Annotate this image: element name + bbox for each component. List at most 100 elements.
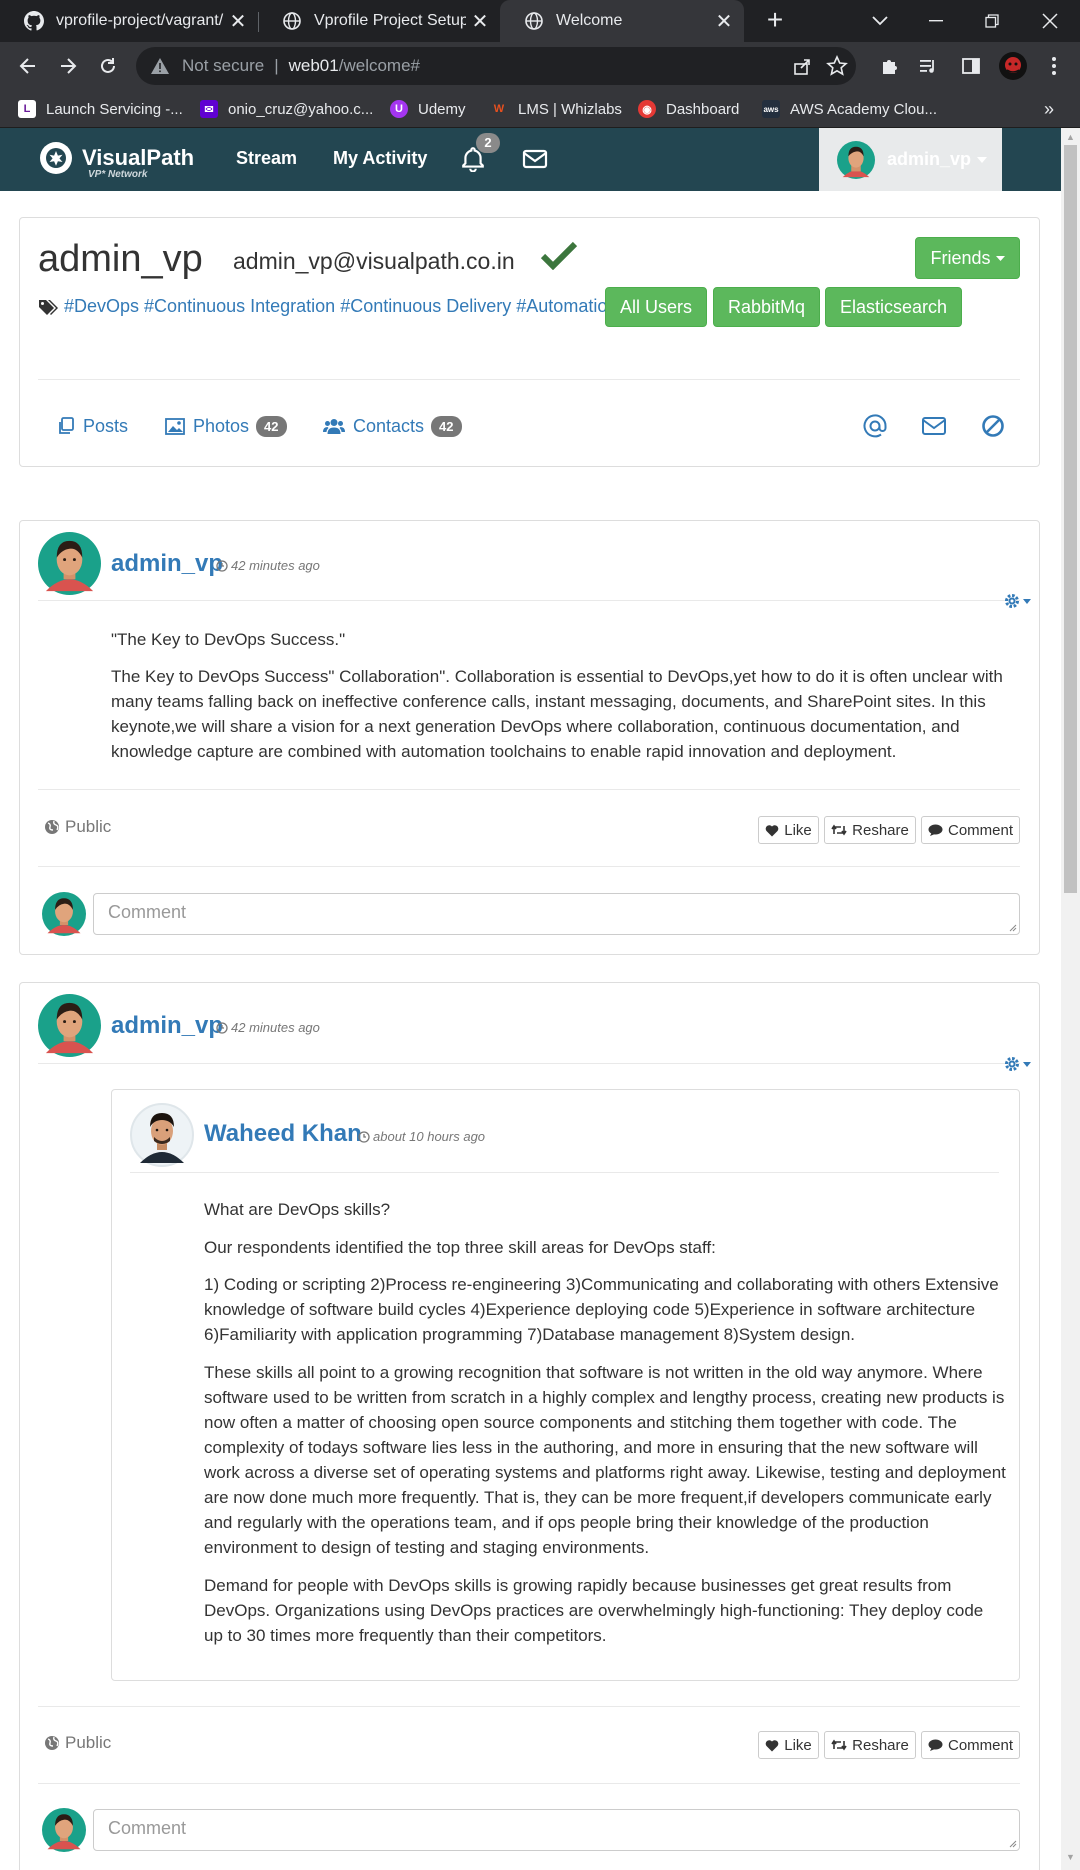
scrollbar-thumb[interactable] (1064, 145, 1077, 893)
nav-stream-link[interactable]: Stream (236, 148, 297, 169)
close-window-button[interactable] (1024, 0, 1076, 42)
shared-timestamp[interactable]: about 10 hours ago (358, 1129, 485, 1144)
group-all-users-button[interactable]: All Users (605, 287, 707, 327)
tab-photos[interactable]: Photos 42 (165, 414, 287, 438)
post-options-menu[interactable] (1004, 1056, 1034, 1072)
scroll-up-arrow-icon[interactable]: ▲ (1064, 132, 1077, 144)
retweet-icon (831, 824, 847, 836)
contacts-count-badge: 42 (431, 415, 462, 437)
shared-author-link[interactable]: Waheed Khan (204, 1120, 362, 1148)
bookmark-dashboard[interactable]: ◉ Dashboard (638, 90, 739, 128)
warning-icon (151, 58, 169, 74)
envelope-icon[interactable] (921, 413, 947, 439)
bookmark-yahoo-mail[interactable]: ✉ onio_cruz@yahoo.c... (200, 90, 373, 128)
puzzle-icon (883, 60, 897, 74)
bookmark-launch-servicing[interactable]: L Launch Servicing -... (18, 90, 183, 128)
shared-author-avatar[interactable] (130, 1103, 194, 1167)
post-options-menu[interactable] (1004, 593, 1034, 609)
reshare-button[interactable]: Reshare (824, 816, 916, 844)
post-author-link[interactable]: admin_vp (111, 1012, 223, 1040)
comment-button[interactable]: Comment (921, 816, 1020, 844)
brand-link[interactable]: VisualPath VP* Network (40, 142, 194, 180)
comment-input[interactable]: Comment (93, 893, 1020, 935)
close-icon[interactable]: ✕ (710, 9, 738, 34)
tag-link[interactable]: #DevOps (64, 296, 139, 317)
restore-button[interactable] (966, 0, 1018, 42)
resize-grip-icon[interactable] (1007, 922, 1017, 932)
reshare-button[interactable]: Reshare (824, 1731, 916, 1759)
resize-grip-icon[interactable] (1007, 1838, 1017, 1848)
envelope-icon[interactable] (522, 146, 548, 172)
post-time-text: 42 minutes ago (231, 1020, 320, 1035)
tag-link[interactable]: #Automation (516, 296, 617, 317)
bookmark-udemy[interactable]: U Udemy (390, 90, 466, 128)
block-icon[interactable] (980, 413, 1006, 439)
like-button[interactable]: Like (758, 816, 819, 844)
bookmark-whizlabs[interactable]: W LMS | Whizlabs (490, 90, 622, 128)
close-icon[interactable]: ✕ (224, 9, 252, 34)
visibility-label: Public (65, 817, 112, 836)
profile-email: admin_vp@visualpath.co.in (233, 248, 515, 274)
like-button[interactable]: Like (758, 1731, 819, 1759)
bookmark-aws-academy[interactable]: aws AWS Academy Clou... (762, 90, 937, 128)
minimize-button[interactable] (910, 0, 962, 42)
nav-my-activity-link[interactable]: My Activity (333, 148, 427, 169)
media-control-button[interactable] (914, 52, 942, 80)
address-bar[interactable]: Not secure | web01 /welcome# (136, 47, 856, 85)
tab-search-button[interactable] (854, 0, 906, 42)
side-panel-icon (962, 58, 980, 74)
profile-button[interactable] (997, 50, 1029, 82)
tab-label: Photos (193, 415, 250, 436)
forward-button[interactable] (54, 52, 82, 80)
author-avatar[interactable] (38, 532, 101, 595)
new-tab-button[interactable]: + (760, 6, 790, 36)
mention-icon[interactable] (862, 413, 888, 439)
username-label: admin_vp (887, 149, 972, 169)
bookmark-label: Udemy (418, 100, 466, 118)
back-button[interactable] (14, 52, 42, 80)
clock-icon (216, 559, 228, 572)
tab-contacts[interactable]: Contacts 42 (323, 414, 462, 438)
bookmark-star-icon[interactable] (826, 55, 848, 77)
reload-button[interactable] (94, 52, 122, 80)
tags-icon (39, 299, 58, 315)
bookmarks-overflow-button[interactable]: » (1044, 90, 1054, 128)
side-panel-button[interactable] (957, 52, 985, 80)
security-label: Not secure (182, 56, 265, 75)
heart-icon (765, 1739, 779, 1751)
tag-link[interactable]: #Continuous Integration (144, 296, 335, 317)
browser-tab-welcome[interactable]: Welcome ✕ (500, 0, 744, 42)
user-menu-dropdown[interactable]: admin_vp (819, 128, 1002, 191)
comment-button[interactable]: Comment (921, 1731, 1020, 1759)
group-rabbitmq-button[interactable]: RabbitMq (713, 287, 820, 327)
comment-input[interactable]: Comment (93, 1809, 1020, 1851)
browser-tab-github[interactable]: vprofile-project/vagrant/ ✕ (0, 0, 258, 42)
post-paragraph: "The Key to DevOps Success." (111, 630, 346, 649)
back-arrow-icon (19, 58, 35, 74)
browser-tab-vprofile-setup[interactable]: Vprofile Project Setup V5 ✕ (258, 0, 500, 42)
post-timestamp[interactable]: 42 minutes ago (216, 558, 320, 573)
extensions-button[interactable] (876, 52, 904, 80)
more-vert-icon (1052, 57, 1056, 75)
heart-icon (765, 824, 779, 836)
like-label: Like (784, 821, 812, 839)
post-timestamp[interactable]: 42 minutes ago (216, 1020, 320, 1035)
post-author-link[interactable]: admin_vp (111, 550, 223, 578)
friends-button-label: Friends (930, 247, 991, 268)
whizlabs-icon: W (493, 103, 505, 115)
browser-menu-button[interactable] (1040, 52, 1068, 80)
divider (38, 379, 1020, 380)
close-icon[interactable]: ✕ (466, 9, 494, 34)
tab-posts[interactable]: Posts (57, 414, 128, 438)
author-avatar[interactable] (38, 994, 101, 1057)
share-icon[interactable] (792, 56, 812, 76)
globe-icon (45, 1736, 59, 1750)
minimize-icon (929, 20, 943, 22)
scroll-down-arrow-icon[interactable]: ▼ (1064, 1852, 1077, 1864)
friends-button[interactable]: Friends (915, 237, 1020, 279)
tag-link[interactable]: #Continuous Delivery (340, 296, 511, 317)
group-elasticsearch-button[interactable]: Elasticsearch (825, 287, 962, 327)
comment-icon (928, 824, 943, 836)
comment-placeholder: Comment (108, 902, 187, 922)
close-icon (1042, 13, 1058, 29)
